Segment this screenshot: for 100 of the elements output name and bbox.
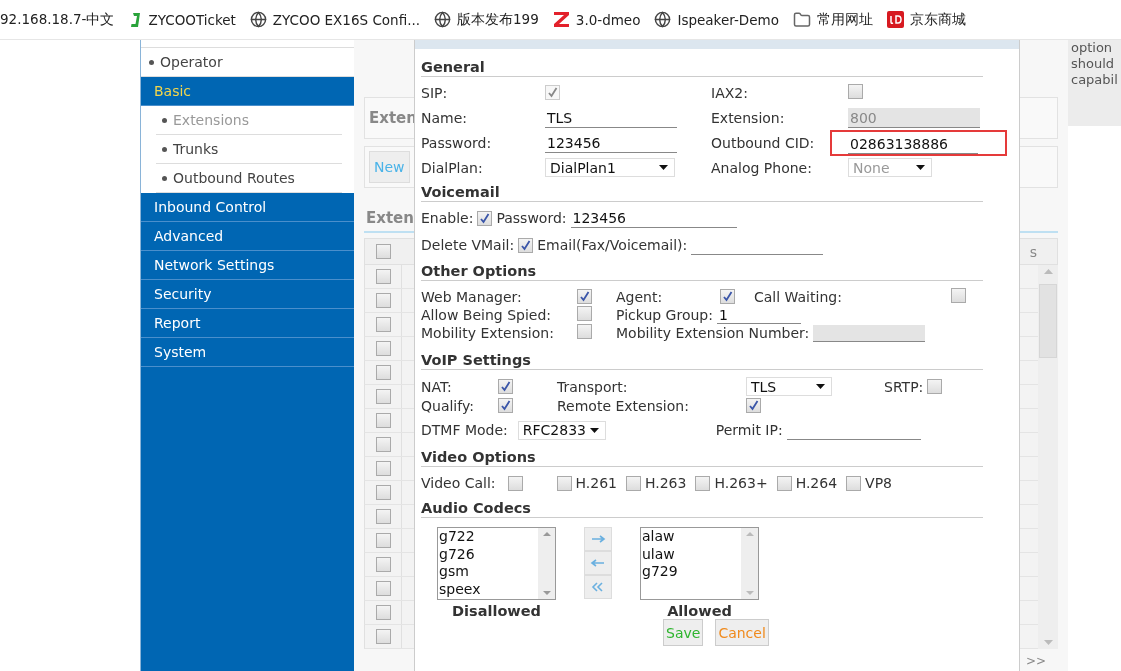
scrollbar[interactable] — [538, 528, 555, 599]
list-item[interactable]: alaw — [642, 528, 741, 546]
note-text: capabil — [1071, 72, 1119, 88]
checkbox[interactable] — [498, 397, 513, 413]
checkbox[interactable] — [498, 378, 513, 394]
field-label: Mobility Extension Number: — [616, 325, 810, 341]
scroll-up-icon[interactable] — [745, 532, 754, 536]
checkbox[interactable] — [556, 475, 572, 491]
checkbox[interactable] — [375, 485, 391, 500]
checkbox[interactable] — [927, 379, 943, 394]
input-field[interactable]: 123456 — [570, 208, 737, 228]
input-field[interactable]: TLS — [545, 107, 677, 128]
move-button[interactable] — [584, 527, 612, 551]
checkbox[interactable] — [848, 83, 863, 99]
bookmark-link[interactable]: 版本发布199 — [434, 10, 539, 29]
input-field[interactable]: 123456 — [545, 132, 677, 153]
list-item[interactable]: g722 — [439, 528, 538, 546]
input-field[interactable]: 02863138886 — [848, 133, 978, 154]
scroll-up-icon[interactable] — [542, 532, 551, 536]
field-label: Transport: — [557, 378, 629, 395]
transport-select[interactable]: TLS — [746, 377, 832, 396]
list-title: Allowed — [667, 603, 732, 619]
checkbox[interactable] — [375, 341, 391, 356]
checkbox[interactable] — [695, 475, 711, 491]
bookmark-link[interactable]: ZYCOO EX16S Confi... — [249, 11, 420, 28]
allowed-list[interactable]: alaw ulaw g729 — [640, 527, 759, 600]
bookmark-link[interactable]: 3.0-dmeo — [552, 11, 641, 28]
checkbox[interactable] — [375, 605, 391, 620]
codec-label: H.263 — [645, 475, 687, 491]
list-item[interactable]: g729 — [642, 563, 741, 581]
bookmark-link[interactable]: 92.168.18.7-中文 — [0, 10, 115, 29]
move-button[interactable] — [584, 575, 612, 599]
field-label: Agent: — [616, 289, 664, 305]
field-label: Mobility Extension: — [421, 325, 555, 341]
checkbox[interactable] — [577, 306, 592, 321]
bookmark-link[interactable]: 常用网址 — [792, 10, 873, 29]
column-header: s — [1029, 243, 1038, 260]
checkbox[interactable] — [518, 237, 534, 253]
checkbox[interactable] — [375, 629, 391, 644]
scroll-down-icon[interactable] — [542, 591, 551, 595]
sidebar-item[interactable]: Operator — [141, 48, 354, 77]
scroll-thumb[interactable] — [1039, 284, 1057, 358]
field-label: NAT: — [421, 378, 453, 395]
list-item[interactable]: g726 — [439, 545, 538, 563]
scroll-down-icon[interactable] — [1043, 640, 1053, 645]
checkbox[interactable] — [846, 475, 862, 491]
field-label: Password: — [496, 210, 567, 226]
checkbox[interactable] — [375, 317, 391, 332]
checkbox[interactable] — [375, 389, 391, 404]
checkbox[interactable] — [577, 289, 592, 304]
checkbox[interactable] — [577, 324, 592, 339]
folder-icon — [792, 10, 811, 29]
section-title: Video Options — [421, 449, 983, 467]
store-logo-icon — [886, 11, 904, 28]
checkbox[interactable] — [375, 365, 391, 380]
field-label: SIP: — [421, 84, 449, 101]
checkbox[interactable] — [375, 461, 391, 476]
checkbox[interactable] — [375, 413, 391, 428]
section-title: General — [421, 59, 983, 77]
field-label: DTMF Mode: — [421, 422, 508, 438]
scroll-down-icon[interactable] — [745, 591, 754, 595]
field-label: Email(Fax/Voicemail): — [537, 237, 688, 253]
checkbox[interactable] — [375, 269, 391, 284]
bullet-icon — [162, 117, 167, 123]
field-label: Pickup Group: — [616, 307, 713, 323]
dtmf-select[interactable]: RFC2833 — [517, 420, 606, 440]
checkbox[interactable] — [720, 289, 735, 304]
bullet-icon — [149, 59, 154, 65]
checkbox[interactable] — [507, 475, 523, 491]
input-field[interactable]: 1 — [716, 306, 801, 324]
disallowed-list[interactable]: g722 g726 gsm speex — [437, 527, 556, 600]
dialplan-select[interactable]: DialPlan1 — [545, 158, 675, 177]
checkbox[interactable] — [477, 210, 493, 226]
globe-icon — [654, 11, 672, 28]
bookmark-link[interactable]: Ispeaker-Demo — [654, 11, 779, 28]
bookmark-link[interactable]: 京东商城 — [886, 10, 966, 29]
checkbox[interactable] — [375, 581, 391, 596]
checkbox[interactable] — [626, 475, 641, 491]
sidebar-subitem[interactable]: Trunks — [156, 135, 342, 164]
list-item[interactable]: ulaw — [642, 545, 741, 563]
list-item[interactable]: speex — [439, 580, 538, 598]
scrollbar[interactable] — [1038, 265, 1058, 649]
scroll-up-icon[interactable] — [1043, 269, 1053, 274]
field-label: Video Call: — [421, 475, 496, 491]
checkbox[interactable] — [746, 397, 761, 413]
checkbox[interactable] — [375, 509, 391, 524]
sidebar-subitem[interactable]: Outbound Routes — [156, 164, 342, 193]
move-button[interactable] — [584, 551, 612, 575]
checkbox[interactable] — [951, 288, 966, 303]
checkbox[interactable] — [776, 475, 792, 491]
checkbox[interactable] — [375, 533, 391, 548]
bookmark-link[interactable]: ZYCOOTicket — [128, 11, 236, 28]
section-title: VoIP Settings — [421, 352, 983, 370]
checkbox[interactable] — [375, 557, 391, 572]
list-item[interactable]: gsm — [439, 563, 538, 581]
checkbox[interactable] — [375, 293, 391, 308]
checkbox[interactable] — [375, 244, 391, 259]
scrollbar[interactable] — [741, 528, 758, 599]
sidebar-item[interactable] — [141, 40, 354, 48]
checkbox[interactable] — [375, 437, 391, 452]
